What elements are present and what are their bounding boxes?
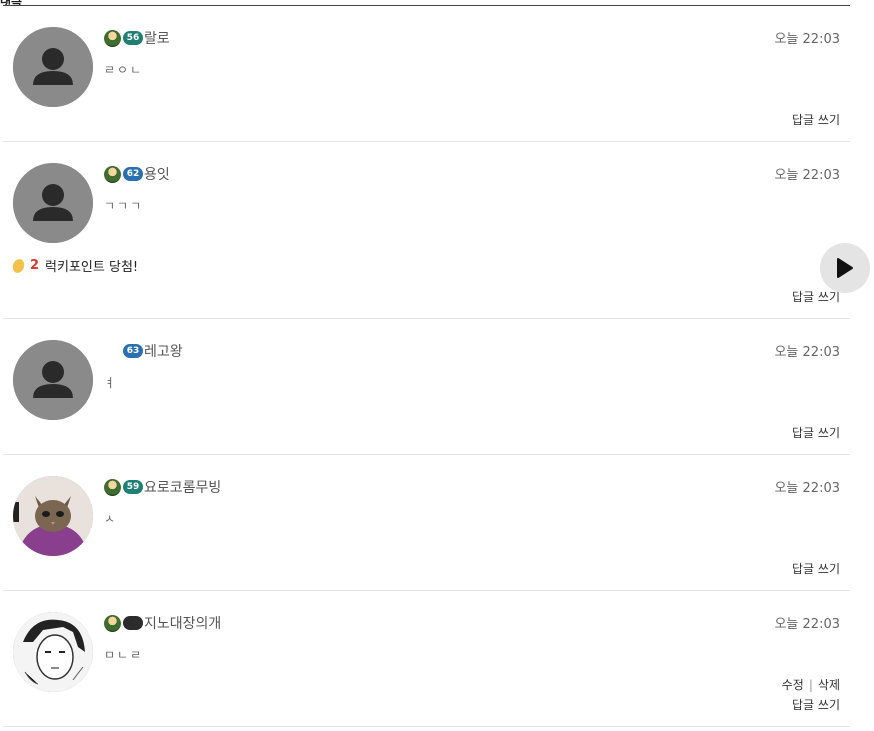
default-avatar-icon [13,340,93,420]
reply-button[interactable]: 답글 쓰기 [792,424,840,441]
rank-badge-icon [104,165,121,183]
next-button[interactable] [820,243,870,293]
edit-delete-controls: 수정 | 삭제 [782,676,840,693]
timestamp: 오늘 22:03 [774,345,840,360]
lucky-point-text: 럭키포인트 당첨! [45,260,139,275]
comment-body: ㄹㅇㄴ [104,63,144,77]
comment-body: ㅕ [104,376,118,390]
author-name[interactable]: 랄로 [144,28,170,48]
reply-button[interactable]: 답글 쓰기 [792,111,840,128]
level-badge: 62 [123,167,143,181]
comment-meta: 59 요로코롬무빙 [104,477,221,497]
comment-list: 56 랄로 오늘 22:03 ㄹㅇㄴ 답글 쓰기 62 용잇 오늘 22:03 … [3,6,850,727]
rank-badge-icon [104,478,121,496]
edit-button[interactable]: 수정 [782,678,804,692]
level-badge: 63 [123,344,143,358]
level-badge [123,616,143,630]
level-badge: 56 [123,31,143,45]
comment-item: 59 요로코롬무빙 오늘 22:03 ㅅ 답글 쓰기 [3,455,850,591]
avatar[interactable] [13,476,93,556]
reply-button[interactable]: 답글 쓰기 [792,288,840,305]
rank-badge-icon [104,343,121,360]
cat-avatar-icon [13,476,93,556]
reply-button[interactable]: 답글 쓰기 [792,560,840,577]
avatar[interactable] [13,340,93,420]
timestamp: 오늘 22:03 [774,32,840,47]
play-arrow-icon [837,258,853,278]
comment-meta: 62 용잇 [104,164,170,184]
lucky-point-count: 2 [30,258,40,273]
default-avatar-icon [13,27,93,107]
author-name[interactable]: 레고왕 [144,341,183,361]
delete-button[interactable]: 삭제 [818,678,840,692]
lucky-point-notice: 2 럭키포인트 당첨! [10,256,139,275]
manga-avatar-icon [13,612,93,692]
author-name[interactable]: 지노대장의개 [144,613,221,633]
comment-meta: 63 레고왕 [104,341,183,361]
comment-item: 지노대장의개 오늘 22:03 ㅁㄴㄹ 수정 | 삭제 답글 쓰기 [3,591,850,727]
avatar[interactable] [13,27,93,107]
author-name[interactable]: 요로코롬무빙 [144,477,221,497]
avatar[interactable] [13,612,93,692]
comment-meta: 지노대장의개 [104,613,221,633]
separator: | [808,678,813,692]
avatar[interactable] [13,163,93,243]
comment-meta: 56 랄로 [104,28,170,48]
reply-button[interactable]: 답글 쓰기 [792,696,840,713]
timestamp: 오늘 22:03 [774,481,840,496]
comment-body: ㅅ [104,512,118,526]
comment-body: ㄱㄱㄱ [104,199,144,213]
comment-item: 62 용잇 오늘 22:03 ㄱㄱㄱ 2 럭키포인트 당첨! 답글 쓰기 [3,142,850,319]
comment-item: 63 레고왕 오늘 22:03 ㅕ 답글 쓰기 [3,319,850,455]
level-badge: 59 [123,480,143,494]
rank-badge-icon [104,614,121,632]
comment-item: 56 랄로 오늘 22:03 ㄹㅇㄴ 답글 쓰기 [3,6,850,142]
timestamp: 오늘 22:03 [774,168,840,183]
rank-badge-icon [104,29,121,47]
default-avatar-icon [13,163,93,243]
timestamp: 오늘 22:03 [774,617,840,632]
author-name[interactable]: 용잇 [144,164,170,184]
comment-body: ㅁㄴㄹ [104,648,144,662]
coin-icon [10,257,27,274]
